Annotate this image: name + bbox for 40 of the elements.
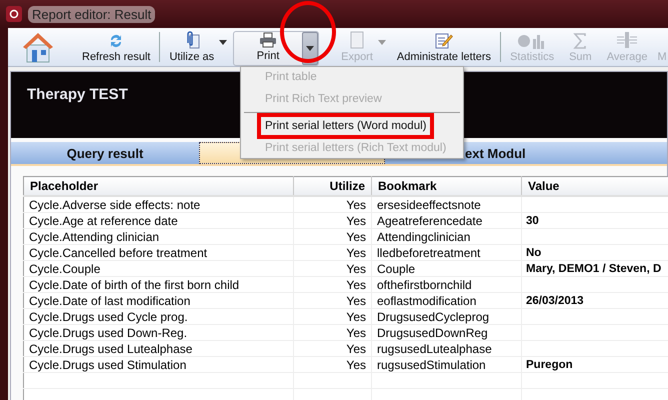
table-cell: Cycle.Couple [24, 260, 294, 276]
table-cell: eoflastmodification [372, 292, 522, 308]
table-cell: Yes [294, 260, 372, 276]
table-cell: Cycle.Attending clinician [24, 228, 294, 244]
table-cell: Mary, DEMO1 / Steven, D [522, 260, 668, 276]
table-cell: DrugsusedCycleprog [372, 308, 522, 324]
table-cell: Ageatreferencedate [372, 212, 522, 228]
table-cell: Cycle.Drugs used Cycle prog. [24, 308, 294, 324]
table-cell: No [522, 244, 668, 260]
table-cell: Cycle.Drugs used Down-Reg. [24, 324, 294, 340]
table-cell: Cycle.Cancelled before treatment [24, 244, 294, 260]
table-cell: 26/03/2013 [522, 292, 668, 308]
table-cell: DrugsusedDownReg [372, 324, 522, 340]
table-cell: Yes [294, 228, 372, 244]
table-cell: Couple [372, 260, 522, 276]
table-cell: Cycle.Age at reference date [24, 212, 294, 228]
table-cell: Yes [294, 292, 372, 308]
table-cell: Cycle.Date of birth of the first born child [24, 276, 294, 292]
table-cell: ofthefirstbornchild [372, 276, 522, 292]
table-cell: rugsusedStimulation [372, 356, 522, 372]
table-cell: 30 [522, 212, 668, 228]
table-cell: Cycle.Adverse side effects: note [24, 196, 294, 212]
table-cell: rugsusedLutealphase [372, 340, 522, 356]
table-cell: ersesideeffectsnote [372, 196, 522, 212]
table-cell: Yes [294, 276, 372, 292]
table-cell: Puregon [522, 356, 668, 372]
table-cell: Cycle.Drugs used Stimulation [24, 356, 294, 372]
table-cell: Yes [294, 212, 372, 228]
table-cell: Yes [294, 244, 372, 260]
table-cell: Yes [294, 196, 372, 212]
section-title: Therapy TEST [27, 86, 128, 103]
table-cell: Attendingclinician [372, 228, 522, 244]
table-cell: Yes [294, 308, 372, 324]
window-title: Report editor: Result [28, 6, 156, 22]
table-cell: Cycle.Drugs used Lutealphase [24, 340, 294, 356]
table-cell: Cycle.Date of last modification [24, 292, 294, 308]
table-cell: Yes [294, 356, 372, 372]
table-cell: lledbeforetreatment [372, 244, 522, 260]
table-cell: Yes [294, 340, 372, 356]
table-cell: Yes [294, 324, 372, 340]
